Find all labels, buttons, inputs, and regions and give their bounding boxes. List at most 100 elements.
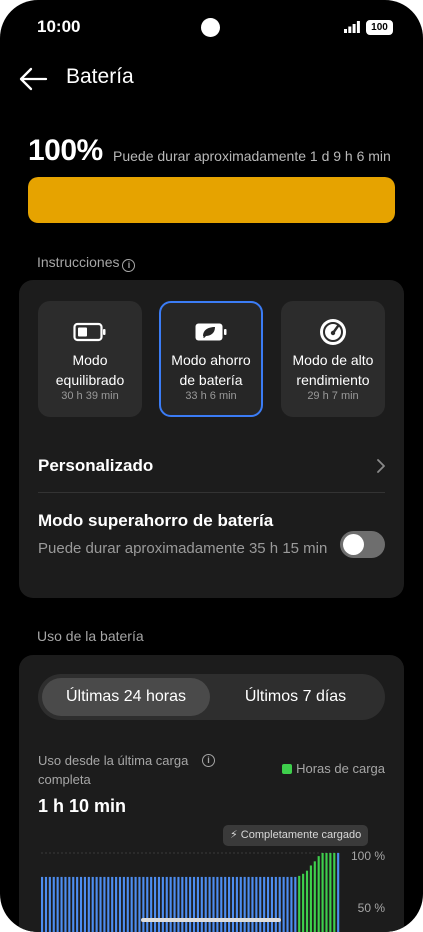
usage-bar [122, 876, 125, 932]
tab-last-24-hours[interactable]: Últimas 24 horas [42, 678, 210, 716]
usage-bar [76, 876, 79, 932]
usage-bar [138, 876, 141, 932]
usage-bar [259, 876, 262, 932]
mode-label: Modo de alto rendimiento [292, 352, 374, 388]
usage-bar [294, 876, 297, 932]
usage-bar [130, 876, 133, 932]
usage-bar [216, 876, 219, 932]
usage-card: Últimas 24 horas Últimos 7 días Uso desd… [19, 655, 404, 932]
usage-bar [337, 853, 340, 932]
mode-time: 30 h 39 min [61, 390, 119, 402]
camera-cutout [201, 18, 220, 37]
usage-bar [95, 876, 98, 932]
usage-bar [196, 876, 199, 932]
usage-bar [165, 876, 168, 932]
charge-bar [313, 861, 316, 932]
chevron-right-icon[interactable] [376, 458, 386, 474]
instructions-label[interactable]: Instrucciones i [37, 254, 136, 272]
usage-bar [161, 876, 164, 932]
mode-label: Modo equilibrado [55, 352, 125, 388]
usage-bar [181, 876, 184, 932]
usage-bar [115, 876, 118, 932]
battery-percent: 100% [28, 134, 103, 167]
tab-last-7-days[interactable]: Últimos 7 días [210, 678, 381, 716]
usage-caption: Uso desde la última carga completa i [38, 751, 228, 789]
toggle-knob [343, 534, 364, 555]
usage-bar [169, 876, 172, 932]
battery-icon: 100 [366, 20, 393, 35]
mode-balanced[interactable]: Modo equilibrado 30 h 39 min [38, 301, 142, 417]
battery-estimate: Puede durar aproximadamente 1 d 9 h 6 mi… [113, 148, 391, 164]
usage-section-label: Uso de la batería [37, 628, 144, 644]
charge-bar [329, 853, 332, 932]
instructions-label-text: Instrucciones [37, 254, 120, 270]
usage-bar [220, 876, 223, 932]
super-saver-desc: Puede durar aproximadamente 35 h 15 min [38, 540, 328, 557]
usage-bar [134, 876, 137, 932]
usage-bar [68, 876, 71, 932]
usage-bar [111, 876, 114, 932]
arrow-left-icon[interactable] [18, 66, 48, 92]
super-saver-title: Modo superahorro de batería [38, 511, 274, 530]
page-title: Batería [66, 65, 134, 88]
usage-bar [278, 876, 281, 932]
status-bar: 10:00 100 [0, 0, 423, 56]
usage-bar [282, 876, 285, 932]
usage-bar [153, 876, 157, 932]
usage-bar [150, 876, 153, 932]
usage-bar [235, 876, 238, 932]
charge-tooltip: ⚡ Completamente cargado [223, 825, 369, 846]
y-tick-label: 100 % [350, 849, 385, 863]
speedometer-icon [281, 319, 385, 345]
mode-battery-saver[interactable]: Modo ahorro de batería 33 h 6 min [159, 301, 263, 417]
battery-leaf-icon [161, 319, 261, 345]
mode-time: 33 h 6 min [185, 390, 237, 402]
y-tick-label: 50 % [357, 901, 385, 915]
charge-bar [325, 853, 328, 932]
info-icon[interactable]: i [202, 754, 215, 767]
usage-bar [87, 876, 90, 932]
usage-bar [270, 876, 274, 932]
usage-bar [204, 876, 207, 932]
status-time: 10:00 [37, 17, 81, 36]
usage-bar [224, 876, 227, 932]
usage-bar [231, 876, 235, 932]
battery-level-fill [28, 177, 395, 223]
usage-bar [192, 876, 196, 932]
charge-bar [302, 873, 305, 932]
usage-bar [48, 876, 51, 932]
usage-bar [255, 876, 258, 932]
usage-bar [177, 876, 180, 932]
modes-card: Modo equilibrado 30 h 39 min Modo ahorro… [19, 280, 404, 598]
mode-high-performance[interactable]: Modo de alto rendimiento 29 h 7 min [281, 301, 385, 417]
usage-bar [274, 876, 277, 932]
usage-bar [107, 876, 110, 932]
usage-bar [157, 876, 161, 932]
usage-value: 1 h 10 min [38, 796, 127, 816]
charge-bar [317, 856, 320, 932]
charge-bar [333, 853, 336, 932]
usage-bar [286, 876, 289, 932]
usage-bar [72, 876, 75, 932]
usage-bar [228, 876, 231, 932]
usage-bar [239, 876, 242, 932]
usage-bar [103, 876, 106, 932]
range-tabs: Últimas 24 horas Últimos 7 días [38, 674, 385, 720]
charge-bar [309, 865, 312, 932]
charge-bar [305, 870, 309, 932]
usage-bar [118, 876, 122, 932]
super-saver-toggle[interactable] [340, 531, 385, 558]
usage-bar [173, 876, 176, 932]
signal-icon [344, 21, 360, 33]
legend-label: Horas de carga [296, 761, 385, 776]
custom-mode-row[interactable]: Personalizado [38, 456, 153, 476]
usage-bar [52, 876, 55, 932]
home-indicator[interactable] [141, 918, 281, 922]
usage-bar [142, 876, 145, 932]
mode-label: Modo ahorro de batería [171, 352, 251, 388]
usage-bar [64, 876, 67, 932]
info-icon[interactable]: i [122, 259, 136, 272]
usage-bar [251, 876, 254, 932]
usage-bar [212, 876, 215, 932]
usage-caption-text: Uso desde la última carga completa [38, 753, 189, 787]
